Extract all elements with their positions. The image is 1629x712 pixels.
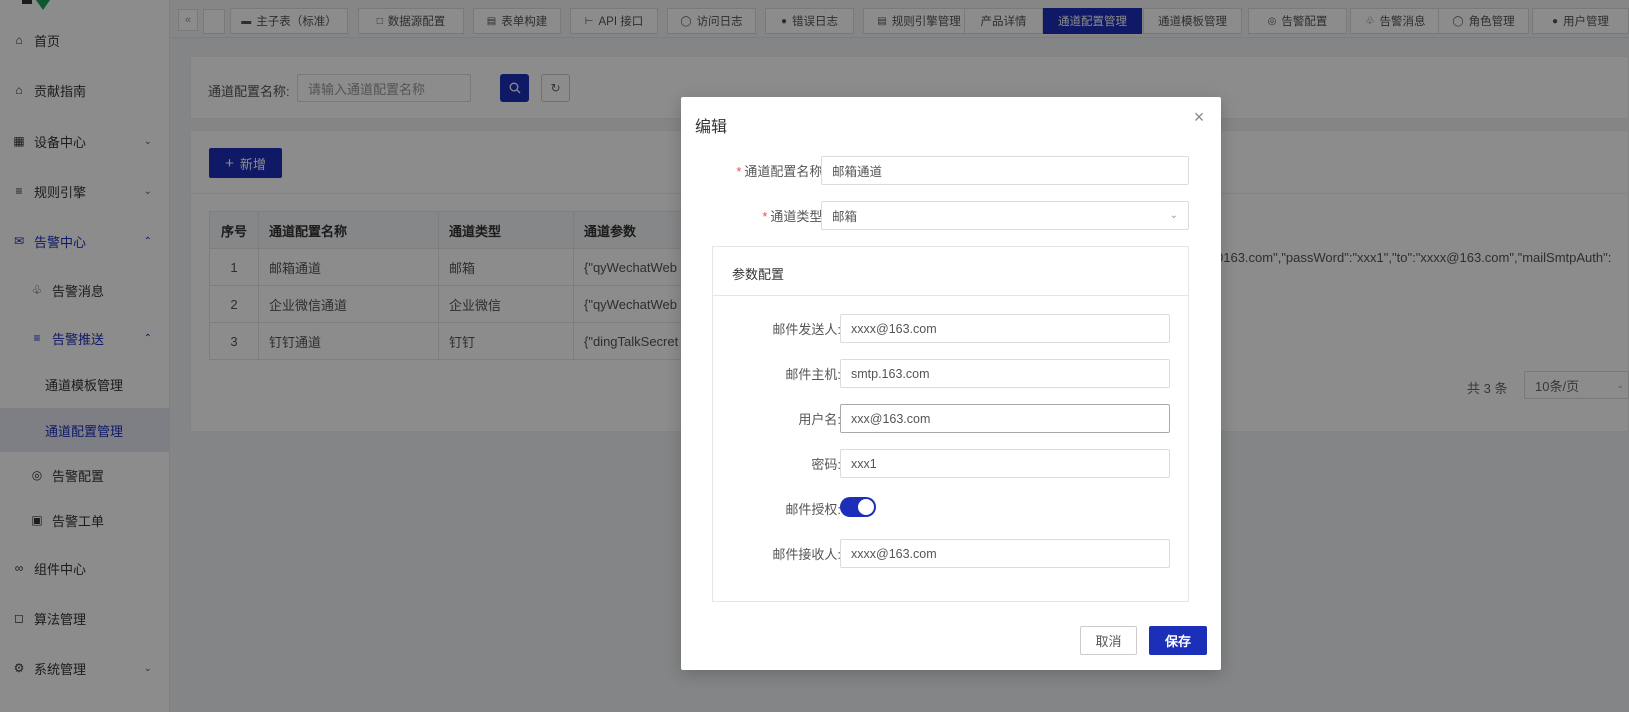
close-icon[interactable]: ×	[1189, 107, 1209, 127]
field-label-type: * 通道类型:	[762, 209, 826, 224]
field-label-receiver: 邮件接收人:	[772, 547, 841, 562]
field-label-sender: 邮件发送人:	[772, 322, 841, 337]
username-input[interactable]: xxx@163.com	[840, 404, 1170, 433]
mail-auth-toggle[interactable]	[840, 497, 876, 517]
field-label-auth: 邮件授权:	[785, 502, 841, 517]
param-config-title: 参数配置	[732, 267, 785, 282]
edit-dialog: 编辑 × * 通道配置名称: 邮箱通道 * 通道类型: 邮箱 ⌄ 参数配置 邮件发送…	[681, 97, 1221, 670]
channel-name-input[interactable]: 邮箱通道	[821, 156, 1189, 185]
param-config-header: 参数配置	[713, 247, 1188, 296]
field-label-password: 密码:	[811, 457, 841, 472]
chevron-down-icon: ⌄	[1169, 210, 1178, 221]
host-input[interactable]: smtp.163.com	[840, 359, 1170, 388]
field-label-host: 邮件主机:	[785, 367, 841, 382]
dialog-title: 编辑	[695, 119, 728, 136]
channel-type-select[interactable]: 邮箱 ⌄	[821, 201, 1189, 230]
toggle-knob	[858, 499, 874, 515]
field-label-name: * 通道配置名称:	[736, 164, 826, 179]
field-label-username: 用户名:	[798, 412, 841, 427]
sender-input[interactable]: xxxx@163.com	[840, 314, 1170, 343]
save-button[interactable]: 保存	[1149, 626, 1207, 655]
password-input[interactable]: xxx1	[840, 449, 1170, 478]
receiver-input[interactable]: xxxx@163.com	[840, 539, 1170, 568]
cancel-button[interactable]: 取消	[1080, 626, 1137, 655]
